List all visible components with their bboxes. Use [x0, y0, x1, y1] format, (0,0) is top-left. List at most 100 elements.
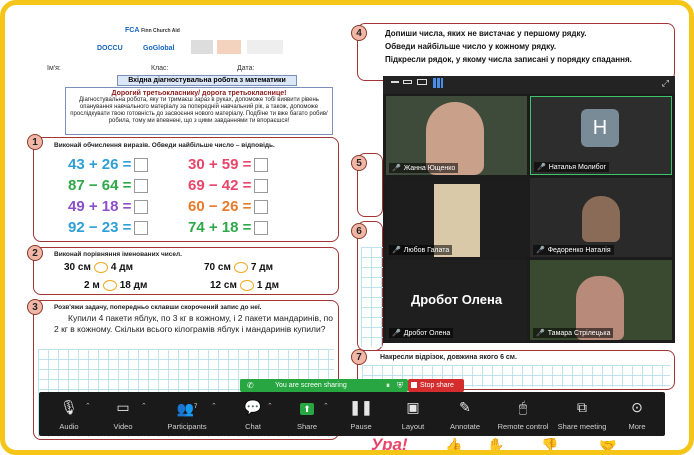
share-button[interactable]: ⬆ Share [285, 392, 329, 436]
expr-5: 49 + 18 = [68, 198, 149, 215]
participant-video [582, 196, 620, 242]
muted-icon: 🎤 [537, 164, 546, 171]
participants-options-chevron-icon[interactable]: ⌃ [211, 402, 217, 410]
hand-icon: ✋ [487, 437, 505, 453]
intro-heading: Дорогий третьокласнику/ дорога третьокла… [111, 90, 287, 97]
class-label: Клас: [151, 65, 169, 72]
participant-tile-5[interactable]: Дробот Олена 🎤 Дробот Олена [386, 260, 527, 340]
partner-logo-3 [247, 40, 283, 54]
partner-logo-2 [217, 40, 241, 54]
task-3-title: Розв'яжи задачу, попередньо склавши скор… [54, 304, 262, 311]
chat-button[interactable]: 💬 Chat [231, 392, 275, 436]
participant-tile-3[interactable]: 🎤 Любов Галата [386, 178, 527, 257]
video-options-chevron-icon[interactable]: ⌃ [141, 402, 147, 410]
partner-logo [191, 40, 213, 54]
task-4-number: 4 [351, 25, 367, 41]
compare-1: 30 см 4 дм [64, 262, 133, 274]
task-3-problem: Купили 4 пакети яблук, по 3 кг в кожному… [54, 313, 334, 334]
ura-sticker: Ура! [371, 435, 408, 454]
muted-icon: 🎤 [392, 247, 401, 254]
minimize-icon[interactable] [391, 81, 399, 83]
meeting-toolbar: 🎙 Audio ⌃ ▭ Video ⌃ 👥7 Participants ⌃ 💬 … [39, 392, 665, 436]
task-1: Виконай обчислення виразів. Обведи найбі… [33, 137, 339, 242]
task-2: Виконай порівняння іменованих чисел. 30 … [33, 247, 339, 295]
expr-3: 87 − 64 = [68, 177, 149, 194]
gallery-view-icon[interactable] [433, 78, 443, 88]
muted-icon: 🎤 [392, 330, 401, 337]
participants-button[interactable]: 👥7 Participants [161, 392, 213, 436]
task-4-line-1: Допиши числа, яких не вистачає у першому… [385, 29, 587, 38]
compare-3: 2 м 18 дм [84, 280, 148, 292]
muted-icon: 🎤 [536, 330, 545, 337]
participant-tile-1[interactable]: 🎤 Жанна Ющенко [386, 96, 527, 175]
stop-icon [411, 382, 417, 388]
phone-icon: ✆ [247, 381, 254, 390]
task-7-number: 7 [351, 349, 367, 365]
task-3-number: 3 [27, 299, 43, 315]
speaker-view-icon[interactable] [417, 79, 427, 85]
shield-icon[interactable]: ⛨ [397, 379, 403, 392]
remote-control-button[interactable]: 🖱 Remote control [493, 392, 553, 436]
participant-name: 🎤 Тамара Стрілецька [533, 328, 614, 338]
pen-icon: ✎ [459, 399, 471, 415]
share-meeting-icon: ⧉ [577, 399, 587, 415]
video-button[interactable]: ▭ Video [101, 392, 145, 436]
more-button[interactable]: ⊙ More [617, 392, 657, 436]
view-toggle-icon[interactable] [403, 80, 412, 84]
muted-icon: 🎤 [392, 165, 401, 172]
task-4-line-2: Обведи найбільше число у кожному рядку. [385, 42, 557, 51]
expr-8: 74 + 18 = [188, 219, 269, 236]
participant-name: 🎤 Жанна Ющенко [389, 163, 459, 173]
thumbs-up-icon: 👍 [445, 437, 463, 453]
screen-share-banner: ✆ You are screen sharing ⏸ ⛨ [240, 379, 408, 392]
stop-share-button[interactable]: Stop share [408, 379, 464, 392]
task-1-title: Виконай обчислення виразів. Обведи найбі… [54, 142, 275, 149]
pause-icon: ❚❚ [349, 399, 373, 415]
participant-name: 🎤 Любов Галата [389, 245, 453, 255]
expr-1: 43 + 26 = [68, 156, 149, 173]
goglobal-logo: GoGlobal [143, 45, 175, 52]
date-label: Дата: [237, 65, 255, 72]
pause-share-button[interactable]: ❚❚ Pause [339, 392, 383, 436]
participant-name: 🎤 Наталья Молибог [534, 162, 610, 172]
pause-share-icon[interactable]: ⏸ [386, 379, 390, 392]
audio-options-chevron-icon[interactable]: ⌃ [85, 402, 91, 410]
audio-button[interactable]: 🎙 Audio [47, 392, 91, 436]
share-meeting-button[interactable]: ⧉ Share meeting [555, 392, 609, 436]
mouse-icon: 🖱 [518, 399, 528, 415]
participant-name: 🎤 Федоренко Наталія [533, 245, 614, 255]
participant-name: 🎤 Дробот Олена [389, 328, 454, 338]
screen-share-frame: FCA Finn Church Aid DOCCU GoGlobal Ім'я:… [0, 0, 694, 455]
thumbs-down-icon: 👎 [541, 437, 559, 453]
intro-block: Дорогий третьокласнику/ дорога третьокла… [65, 87, 333, 135]
gallery-header: ⤢ [383, 76, 675, 94]
handshake-icon: 🤝 [599, 437, 617, 453]
chat-options-chevron-icon[interactable]: ⌃ [267, 402, 273, 410]
compare-2: 70 см 7 дм [204, 262, 273, 274]
task-5-number: 5 [351, 155, 367, 171]
task-2-title: Виконай порівняння іменованих чисел. [54, 251, 182, 258]
task-6-number: 6 [351, 223, 367, 239]
expr-4: 69 − 42 = [188, 177, 269, 194]
participants-icon: 👥7 [176, 400, 198, 417]
participant-display-name: Дробот Олена [410, 292, 503, 307]
participant-tile-6[interactable]: 🎤 Тамара Стрілецька [530, 260, 672, 340]
task-2-number: 2 [27, 245, 43, 261]
fca-logo: FCA Finn Church Aid [125, 27, 180, 34]
more-icon: ⊙ [631, 399, 643, 415]
layout-icon: ▣ [406, 399, 420, 415]
expand-icon[interactable]: ⤢ [662, 78, 669, 89]
expr-2: 30 + 59 = [188, 156, 269, 173]
participant-tile-4[interactable]: 🎤 Федоренко Наталія [530, 178, 672, 257]
name-label: Ім'я: [47, 65, 61, 72]
layout-button[interactable]: ▣ Layout [391, 392, 435, 436]
participant-tile-2[interactable]: H 🎤 Наталья Молибог [530, 96, 672, 175]
share-options-chevron-icon[interactable]: ⌃ [323, 402, 329, 410]
annotate-button[interactable]: ✎ Annotate [443, 392, 487, 436]
video-camera-icon: ▭ [116, 399, 130, 415]
zoom-gallery-window[interactable]: ⤢ 🎤 Жанна Ющенко H 🎤 Наталья Молибог 🎤 Любо… [383, 76, 675, 343]
task-7-title: Накресли відрізок, довжина якого 6 см. [380, 354, 517, 361]
task-4-line-3: Підкресли рядок, у якому числа записані … [385, 55, 632, 64]
task-6-grid [361, 247, 383, 347]
expr-6: 60 − 26 = [188, 198, 269, 215]
